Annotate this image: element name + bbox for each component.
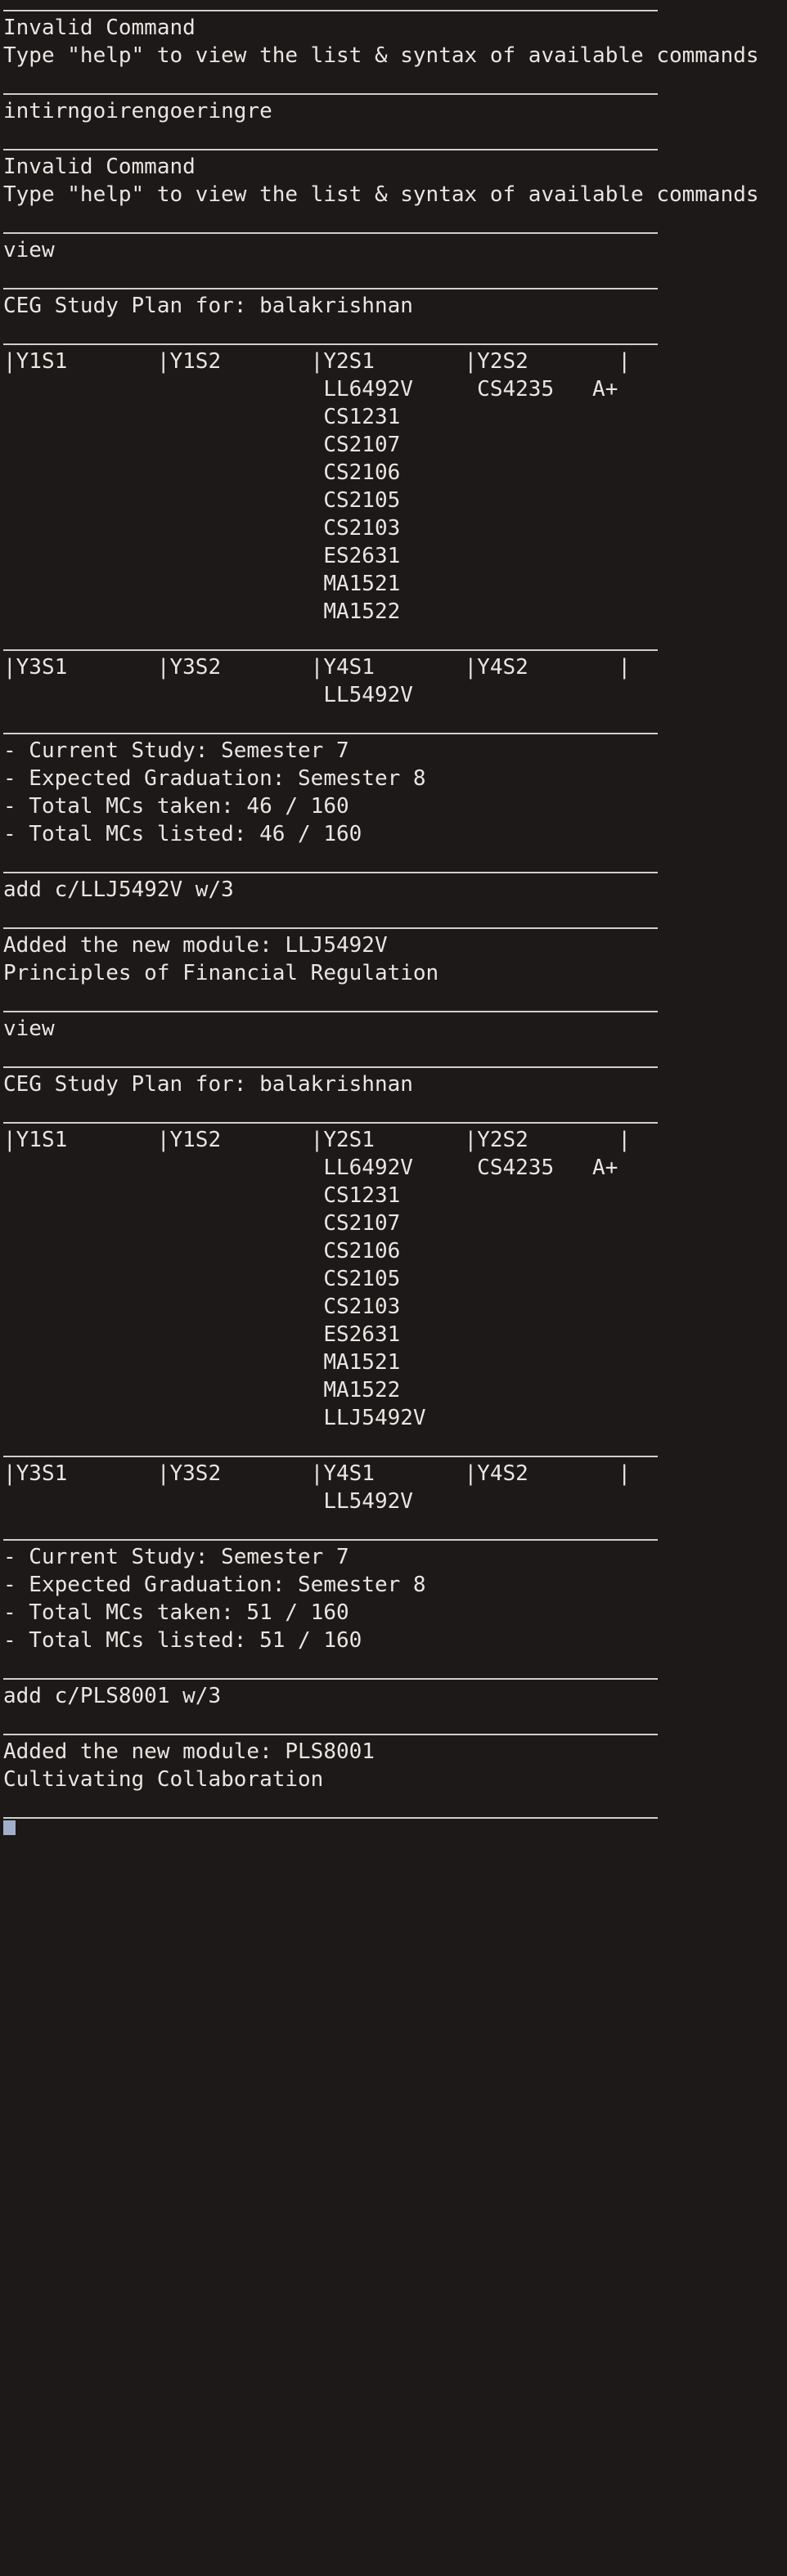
separator — [3, 1122, 658, 1124]
module-row: CS2107 — [3, 433, 401, 457]
separator — [3, 232, 658, 234]
separator — [3, 93, 658, 95]
user-command: view — [3, 1016, 55, 1041]
help-hint: Type "help" to view the list & syntax of… — [3, 43, 759, 68]
separator — [3, 927, 658, 929]
text-cursor[interactable] — [3, 1820, 16, 1835]
module-row: LL6492V CS4235 A+ — [3, 1156, 618, 1180]
module-row: CS1231 — [3, 405, 401, 429]
module-row: CS2103 — [3, 516, 401, 541]
summary-mcs-listed: - Total MCs listed: 51 / 160 — [3, 1628, 362, 1653]
added-module-message: Added the new module: PLS8001 — [3, 1739, 375, 1764]
module-row: CS2105 — [3, 1267, 401, 1291]
module-row: LL5492V — [3, 683, 413, 707]
separator — [3, 1011, 658, 1012]
module-row: CS2103 — [3, 1295, 401, 1319]
module-row: MA1521 — [3, 1350, 401, 1375]
separator — [3, 872, 658, 873]
error-message: Invalid Command — [3, 155, 196, 179]
module-row: ES2631 — [3, 544, 401, 568]
separator — [3, 1734, 658, 1735]
module-row: LL5492V — [3, 1489, 413, 1514]
separator — [3, 1456, 658, 1457]
separator — [3, 649, 658, 651]
module-row: MA1522 — [3, 599, 401, 624]
summary-current-study: - Current Study: Semester 7 — [3, 1545, 349, 1569]
summary-mcs-listed: - Total MCs listed: 46 / 160 — [3, 822, 362, 846]
study-plan-title: CEG Study Plan for: balakrishnan — [3, 1072, 413, 1097]
module-title: Cultivating Collaboration — [3, 1767, 324, 1792]
summary-expected-graduation: - Expected Graduation: Semester 8 — [3, 1573, 426, 1597]
module-title: Principles of Financial Regulation — [3, 961, 439, 985]
semester-header-row: |Y1S1 |Y1S2 |Y2S1 |Y2S2 | — [3, 349, 632, 374]
separator — [3, 10, 658, 11]
module-row: MA1522 — [3, 1378, 401, 1402]
module-row: CS2107 — [3, 1211, 401, 1236]
semester-header-row: |Y1S1 |Y1S2 |Y2S1 |Y2S2 | — [3, 1128, 632, 1152]
terminal-window[interactable]: Invalid Command Type "help" to view the … — [0, 0, 787, 1835]
separator — [3, 1539, 658, 1541]
separator — [3, 1678, 658, 1680]
module-row: CS2106 — [3, 460, 401, 485]
summary-mcs-taken: - Total MCs taken: 51 / 160 — [3, 1600, 349, 1625]
separator — [3, 1817, 658, 1819]
separator — [3, 288, 658, 289]
study-plan-title: CEG Study Plan for: balakrishnan — [3, 294, 413, 318]
semester-header-row: |Y3S1 |Y3S2 |Y4S1 |Y4S2 | — [3, 1461, 632, 1486]
module-row: CS1231 — [3, 1183, 401, 1208]
added-module-message: Added the new module: LLJ5492V — [3, 933, 388, 958]
separator — [3, 1066, 658, 1068]
separator — [3, 343, 658, 345]
module-row: MA1521 — [3, 572, 401, 596]
user-command: add c/LLJ5492V w/3 — [3, 877, 234, 902]
user-command: intirngoirengoeringre — [3, 99, 272, 123]
separator — [3, 149, 658, 150]
module-row: CS2106 — [3, 1239, 401, 1263]
module-row: LLJ5492V — [3, 1406, 426, 1430]
summary-expected-graduation: - Expected Graduation: Semester 8 — [3, 766, 426, 791]
separator — [3, 733, 658, 734]
summary-current-study: - Current Study: Semester 7 — [3, 738, 349, 763]
user-command: add c/PLS8001 w/3 — [3, 1684, 222, 1708]
semester-header-row: |Y3S1 |Y3S2 |Y4S1 |Y4S2 | — [3, 655, 632, 680]
module-row: LL6492V CS4235 A+ — [3, 377, 618, 402]
user-command: view — [3, 238, 55, 263]
error-message: Invalid Command — [3, 16, 196, 40]
module-row: ES2631 — [3, 1322, 401, 1347]
help-hint: Type "help" to view the list & syntax of… — [3, 182, 759, 207]
summary-mcs-taken: - Total MCs taken: 46 / 160 — [3, 794, 349, 819]
module-row: CS2105 — [3, 488, 401, 513]
